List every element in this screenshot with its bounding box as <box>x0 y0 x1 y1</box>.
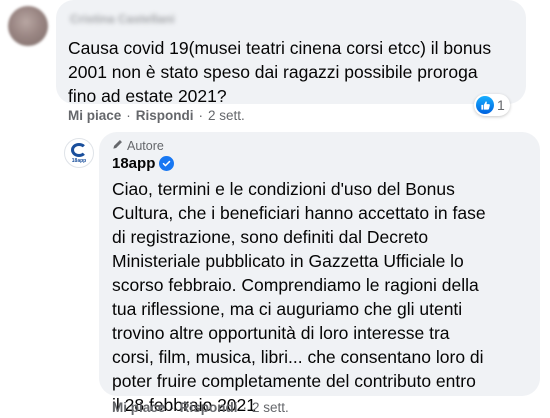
separator-dot: · <box>242 400 248 415</box>
comment-line: 2001 non è stato speso dai ragazzi possi… <box>68 62 478 82</box>
avatar-logo-text: 18app <box>71 157 87 164</box>
user-avatar[interactable] <box>8 6 48 46</box>
comment-line: Causa covid 19(musei teatri cinena corsi… <box>68 38 492 58</box>
reply-line: poter fruire completamente del contribut… <box>112 371 476 391</box>
author-badge-label: Autore <box>127 139 164 153</box>
reply-actions: Mi piace · Rispondi · 2 sett. <box>112 400 289 415</box>
reply-timestamp[interactable]: 2 sett. <box>252 400 289 415</box>
logo-mark <box>71 142 87 157</box>
separator-dot: · <box>170 400 175 415</box>
reply-line: Ministeriale pubblicato in Gazzetta Uffi… <box>112 251 464 271</box>
comment-actions: Mi piace · Rispondi · 2 sett. <box>68 108 245 123</box>
reply-line: Ciao, termini e le condizioni d'uso del … <box>112 179 455 199</box>
separator-dot: · <box>126 108 131 123</box>
page-avatar[interactable]: 18app <box>64 138 94 168</box>
reply-line: trovino altre opportunità di loro intere… <box>112 323 450 343</box>
reply-line: Cultura, che i beneficiari hanno accetta… <box>112 203 486 223</box>
separator-dot: · <box>198 108 204 123</box>
verified-icon <box>159 156 175 171</box>
reply-line: scorso febbraio. Comprendiamo le ragioni… <box>112 275 479 295</box>
reply-author-name[interactable]: 18app <box>112 155 155 172</box>
reply-button[interactable]: Rispondi <box>136 108 194 123</box>
reaction-summary[interactable]: 1 <box>474 94 510 116</box>
comment-author-name[interactable]: Cristina Castellani <box>70 12 230 25</box>
like-button[interactable]: Mi piace <box>68 108 121 123</box>
author-badge: Autore <box>112 139 164 153</box>
reply-line: di registrazione, sono definiti dal Decr… <box>112 227 429 247</box>
pen-icon <box>112 139 123 153</box>
reply-line: tua riflessione, ma ci auguriamo che gli… <box>112 299 463 319</box>
reply-button[interactable]: Rispondi <box>180 400 238 415</box>
comment-text: Causa covid 19(musei teatri cinena corsi… <box>68 36 491 108</box>
like-icon <box>476 96 494 114</box>
reply-line: corsi, film, musica, libri... che consen… <box>112 347 484 367</box>
reply-text: Ciao, termini e le condizioni d'uso del … <box>112 177 486 417</box>
reply-author: 18app <box>112 155 175 172</box>
like-button[interactable]: Mi piace <box>112 400 165 415</box>
reaction-count: 1 <box>497 97 505 113</box>
comment-line: fino ad estate 2021? <box>68 86 227 106</box>
comment-timestamp[interactable]: 2 sett. <box>208 108 245 123</box>
